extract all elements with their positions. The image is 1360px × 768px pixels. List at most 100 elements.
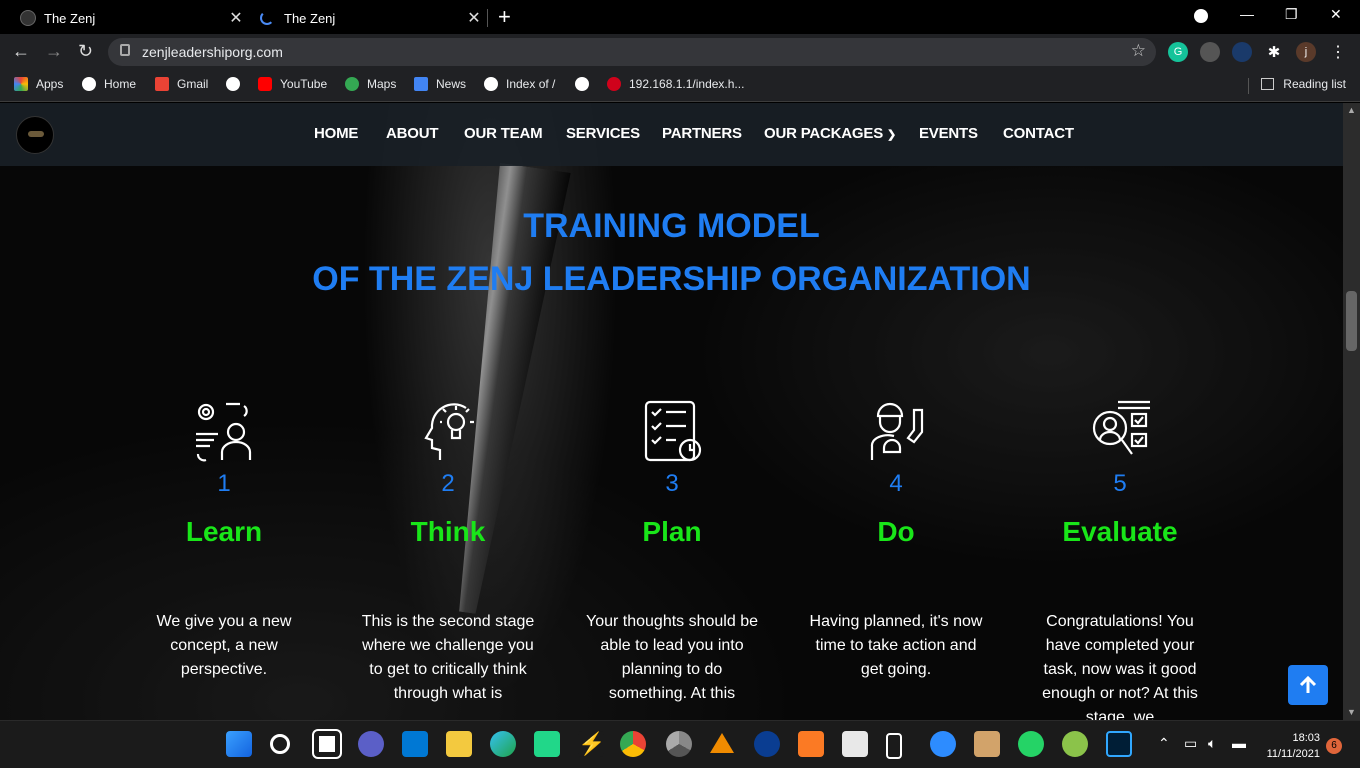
tray-chevron-up-icon[interactable]: ⌃ bbox=[1158, 735, 1170, 752]
extension-icon[interactable] bbox=[1200, 42, 1220, 62]
url-text: zenjleadershiporg.com bbox=[142, 44, 283, 60]
phone-link-icon[interactable] bbox=[886, 733, 902, 759]
bookmarks-separator bbox=[1248, 78, 1249, 94]
grammarly-extension-icon[interactable]: G bbox=[1168, 42, 1188, 62]
step-description: Your thoughts should be able to lead you… bbox=[586, 613, 758, 702]
reading-list-button[interactable]: Reading list bbox=[1261, 77, 1346, 91]
close-window-icon[interactable]: ✕ bbox=[1330, 6, 1342, 23]
close-tab-icon[interactable]: ✕ bbox=[462, 8, 486, 28]
close-tab-icon[interactable]: ✕ bbox=[224, 8, 248, 28]
site-navbar: HOME ABOUT OUR TEAM SERVICES PARTNERS OU… bbox=[0, 103, 1343, 166]
search-icon[interactable] bbox=[270, 734, 290, 754]
teams-chat-icon[interactable] bbox=[358, 731, 384, 757]
start-icon[interactable] bbox=[226, 731, 252, 757]
network-app-icon[interactable] bbox=[754, 731, 780, 757]
menu-kebab-icon[interactable]: ⋮ bbox=[1328, 42, 1348, 62]
file-explorer-icon[interactable] bbox=[446, 731, 472, 757]
chrome-profile-icon[interactable] bbox=[666, 731, 692, 757]
step-description: This is the second stage where we challe… bbox=[361, 613, 535, 702]
section-heading-line1: TRAINING MODEL bbox=[523, 207, 820, 245]
volume-icon[interactable]: 🔈︎ bbox=[1208, 735, 1216, 752]
typing-practice-icon[interactable] bbox=[974, 731, 1000, 757]
display-icon[interactable]: ▭ bbox=[1184, 735, 1197, 752]
step-number: 5 bbox=[1113, 470, 1127, 497]
windows-taskbar: ⚡ ⌃ ▭ 🔈︎ ▬ 18:03 11/11/2021 6 bbox=[0, 720, 1360, 768]
puzzle-extensions-icon[interactable]: ✱ bbox=[1264, 42, 1284, 62]
step-title: Do bbox=[877, 516, 915, 547]
tab-active[interactable]: The Zenj ✕ bbox=[8, 2, 248, 34]
reload-icon[interactable]: ↻ bbox=[78, 41, 93, 62]
nav-events[interactable]: EVENTS bbox=[919, 125, 978, 142]
step-title: Evaluate bbox=[1062, 516, 1178, 547]
bookmark-label: News bbox=[436, 77, 467, 91]
new-tab-icon[interactable]: + bbox=[498, 4, 511, 30]
scrollbar-thumb[interactable] bbox=[1346, 291, 1357, 351]
address-bar[interactable]: zenjleadershiporg.com ☆ bbox=[108, 38, 1156, 66]
photoshop-icon[interactable] bbox=[1106, 731, 1132, 757]
bookmark-router[interactable]: 192.168.1.1/index.h... bbox=[607, 77, 744, 91]
profile-avatar[interactable]: j bbox=[1296, 42, 1316, 62]
step-number: 2 bbox=[441, 470, 455, 497]
gmail-icon bbox=[155, 77, 169, 91]
notification-badge[interactable]: 6 bbox=[1326, 738, 1342, 754]
globe-icon bbox=[484, 77, 498, 91]
bookmark-label: 192.168.1.1/index.h... bbox=[629, 77, 745, 91]
task-view-icon[interactable] bbox=[312, 729, 342, 759]
nav-our-packages[interactable]: OUR PACKAGES ❯ bbox=[764, 125, 896, 142]
pycharm-icon[interactable] bbox=[534, 731, 560, 757]
restore-icon[interactable]: ❐ bbox=[1285, 6, 1298, 23]
extension-icon[interactable] bbox=[1232, 42, 1252, 62]
zoom-icon[interactable] bbox=[930, 731, 956, 757]
nav-home[interactable]: HOME bbox=[314, 125, 358, 142]
maps-pin-icon bbox=[345, 77, 359, 91]
bookmark-globe[interactable] bbox=[575, 77, 597, 91]
news-icon bbox=[414, 77, 428, 91]
vlc-icon[interactable] bbox=[710, 733, 734, 753]
chrome-icon[interactable] bbox=[620, 731, 646, 757]
xampp-icon[interactable] bbox=[798, 731, 824, 757]
bookmark-apps[interactable]: Apps bbox=[14, 77, 63, 91]
learning-icon bbox=[196, 402, 252, 462]
bookmark-youtube[interactable]: YouTube bbox=[258, 77, 327, 91]
clock-time: 18:03 bbox=[1292, 732, 1320, 744]
nav-our-team[interactable]: OUR TEAM bbox=[464, 125, 543, 142]
page-scrollbar[interactable]: ▲ ▼ bbox=[1343, 103, 1360, 720]
globe-icon bbox=[226, 77, 240, 91]
bookmark-gmail[interactable]: Gmail bbox=[155, 77, 208, 91]
back-to-top-button[interactable] bbox=[1288, 665, 1328, 705]
app-icon[interactable] bbox=[1062, 731, 1088, 757]
whatsapp-icon[interactable] bbox=[1018, 731, 1044, 757]
nav-contact[interactable]: CONTACT bbox=[1003, 125, 1074, 142]
bookmark-news[interactable]: News bbox=[414, 77, 466, 91]
nav-partners[interactable]: PARTNERS bbox=[662, 125, 742, 142]
nav-our-packages-label: OUR PACKAGES bbox=[764, 125, 883, 142]
site-logo[interactable] bbox=[16, 116, 54, 154]
bookmark-globe[interactable] bbox=[226, 77, 248, 91]
bookmark-star-icon[interactable]: ☆ bbox=[1131, 41, 1146, 61]
back-icon[interactable]: ← bbox=[12, 41, 30, 62]
apps-grid-icon bbox=[14, 77, 28, 91]
nav-about[interactable]: ABOUT bbox=[386, 125, 439, 142]
flutter-icon[interactable]: ⚡ bbox=[578, 731, 605, 757]
scroll-up-icon[interactable]: ▲ bbox=[1347, 105, 1356, 115]
scroll-down-icon[interactable]: ▼ bbox=[1347, 707, 1356, 717]
bookmark-label: Apps bbox=[36, 77, 64, 91]
nav-services[interactable]: SERVICES bbox=[566, 125, 640, 142]
battery-icon[interactable]: ▬ bbox=[1232, 735, 1246, 751]
tab-title: The Zenj bbox=[44, 10, 96, 26]
forward-icon[interactable]: → bbox=[45, 41, 63, 62]
bookmark-index[interactable]: Index of / bbox=[484, 77, 555, 91]
idea-head-icon bbox=[424, 403, 474, 460]
edge-icon[interactable] bbox=[490, 731, 516, 757]
system-clock[interactable]: 18:03 11/11/2021 bbox=[1267, 730, 1320, 762]
bookmark-maps[interactable]: Maps bbox=[345, 77, 396, 91]
app-window-icon[interactable] bbox=[842, 731, 868, 757]
step-number: 3 bbox=[665, 470, 679, 497]
tab-search-icon[interactable] bbox=[1194, 9, 1208, 23]
minimize-icon[interactable]: — bbox=[1240, 6, 1254, 22]
tab-loading[interactable]: The Zenj ✕ bbox=[250, 2, 486, 34]
chevron-down-icon: ❯ bbox=[886, 129, 896, 141]
bookmark-label: Maps bbox=[367, 77, 397, 91]
vscode-icon[interactable] bbox=[402, 731, 428, 757]
bookmark-home[interactable]: Home bbox=[82, 77, 136, 91]
